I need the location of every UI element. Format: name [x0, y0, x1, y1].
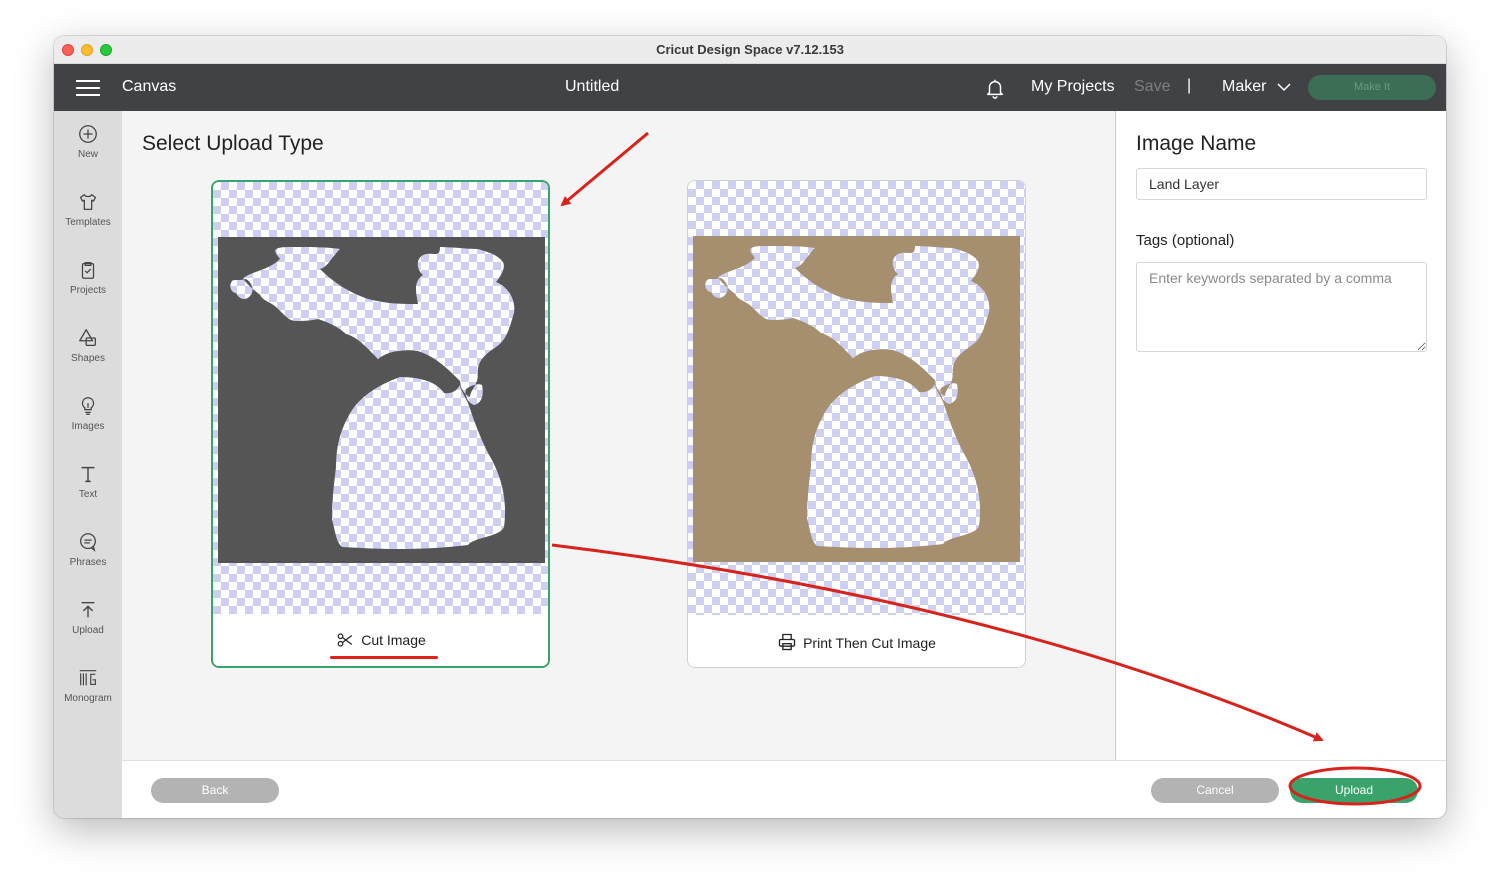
make-it-button[interactable]: Make It	[1308, 75, 1436, 100]
sidebar-item-images[interactable]: Images	[54, 395, 122, 455]
text-icon	[81, 466, 95, 483]
image-details-panel: Image Name Tags (optional)	[1115, 111, 1446, 760]
upload-icon	[81, 601, 95, 618]
clipboard-icon	[81, 262, 95, 279]
machine-select[interactable]: Maker	[1222, 78, 1266, 96]
sidebar-item-label: Shapes	[71, 353, 105, 364]
page-title: Select Upload Type	[142, 132, 324, 155]
print-then-cut-option[interactable]: Print Then Cut Image	[687, 180, 1026, 668]
sidebar-item-upload[interactable]: Upload	[54, 599, 122, 659]
app-window: Cricut Design Space v7.12.153 Canvas Unt…	[54, 36, 1446, 818]
shirt-icon	[80, 194, 96, 210]
printer-icon	[778, 633, 796, 651]
sidebar-item-phrases[interactable]: Phrases	[54, 531, 122, 591]
speech-bubble-icon	[80, 533, 96, 552]
sidebar-item-label: Templates	[65, 217, 111, 228]
chevron-down-icon[interactable]	[1276, 79, 1292, 95]
sidebar: New Templates Projects Shapes Images Tex…	[54, 111, 122, 818]
card-footer: Print Then Cut Image	[688, 615, 1025, 667]
shapes-icon	[79, 329, 96, 346]
sidebar-item-label: Text	[78, 489, 98, 500]
window-title: Cricut Design Space v7.12.153	[656, 42, 844, 57]
sidebar-item-new[interactable]: New	[54, 123, 122, 183]
separator: |	[1187, 77, 1192, 94]
bottom-bar: Back Cancel Upload	[122, 760, 1446, 818]
hamburger-menu-icon[interactable]	[76, 79, 100, 97]
cancel-button[interactable]: Cancel	[1151, 778, 1279, 803]
cut-image-label: Cut Image	[361, 632, 426, 648]
upload-button[interactable]: Upload	[1290, 778, 1418, 803]
sidebar-item-label: Monogram	[64, 693, 112, 704]
sidebar-item-monogram[interactable]: Monogram	[54, 667, 122, 727]
main-content: Select Upload Type Cut Image Print Then …	[122, 111, 1115, 760]
cut-image-option[interactable]: Cut Image	[211, 180, 550, 668]
sidebar-item-templates[interactable]: Templates	[54, 191, 122, 251]
title-bar: Cricut Design Space v7.12.153	[54, 36, 1446, 64]
sidebar-item-label: Phrases	[69, 557, 107, 568]
plus-circle-icon	[79, 125, 97, 143]
save-button[interactable]: Save	[1134, 78, 1170, 96]
sidebar-item-label: Images	[71, 421, 105, 432]
uploaded-image-preview	[218, 237, 545, 563]
image-name-input[interactable]	[1136, 168, 1427, 200]
bell-icon[interactable]	[984, 77, 1006, 99]
scissors-icon	[337, 633, 353, 647]
image-name-title: Image Name	[1136, 132, 1257, 155]
uploaded-image-preview	[693, 236, 1020, 562]
monogram-icon	[79, 670, 97, 686]
sidebar-item-label: Projects	[69, 285, 107, 296]
annotation-underline	[330, 656, 438, 659]
lightbulb-icon	[81, 397, 95, 415]
sidebar-item-label: Upload	[72, 625, 104, 636]
back-button[interactable]: Back	[151, 778, 279, 803]
sidebar-item-label: New	[77, 149, 98, 160]
sidebar-item-projects[interactable]: Projects	[54, 259, 122, 319]
canvas-label: Canvas	[122, 78, 177, 95]
document-title: Untitled	[565, 78, 620, 95]
top-bar: Canvas Untitled My Projects Save | Maker…	[54, 64, 1446, 111]
tags-label: Tags (optional)	[1136, 232, 1235, 249]
print-then-cut-label: Print Then Cut Image	[803, 635, 936, 651]
sidebar-item-text[interactable]: Text	[54, 463, 122, 523]
sidebar-item-shapes[interactable]: Shapes	[54, 327, 122, 387]
my-projects-link[interactable]: My Projects	[1031, 78, 1115, 96]
tags-input[interactable]	[1136, 262, 1427, 352]
